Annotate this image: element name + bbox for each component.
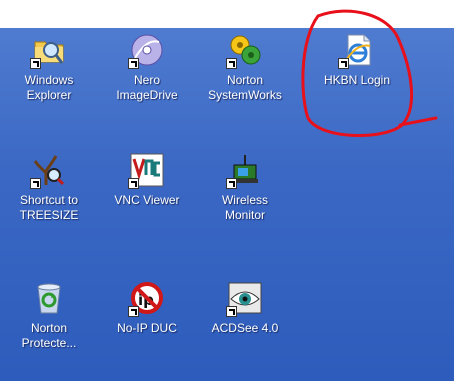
- shortcut-arrow-icon: [128, 58, 139, 69]
- desktop-icon-hkbn-login[interactable]: HKBN Login: [312, 33, 402, 88]
- icon-label: Norton Protecte...: [21, 321, 77, 350]
- shortcut-arrow-icon: [128, 306, 139, 317]
- recycle-bin-icon: [32, 281, 66, 315]
- shortcut-arrow-icon: [128, 178, 139, 189]
- desktop-icon-treesize-shortcut[interactable]: Shortcut to TREESIZE: [4, 153, 94, 223]
- desktop-icon-acdsee[interactable]: ACDSee 4.0: [200, 281, 290, 336]
- folder-magnifier-icon: [30, 33, 66, 69]
- no-ip-icon: ip: [128, 281, 164, 317]
- desktop-icon-norton-protected-recycle-bin[interactable]: Norton Protecte...: [4, 281, 94, 351]
- icon-label: VNC Viewer: [114, 193, 180, 207]
- desktop-icon-windows-explorer[interactable]: Windows Explorer: [4, 33, 94, 103]
- vnc-icon: [128, 153, 164, 189]
- shortcut-arrow-icon: [226, 306, 237, 317]
- shortcut-arrow-icon: [338, 58, 349, 69]
- shortcut-arrow-icon: [30, 178, 41, 189]
- icon-label: Wireless Monitor: [221, 193, 268, 222]
- icon-label: ACDSee 4.0: [211, 321, 279, 335]
- desktop-icon-wireless-monitor[interactable]: Wireless Monitor: [200, 153, 290, 223]
- acdsee-eye-icon: [226, 281, 262, 317]
- gears-icon: [226, 33, 262, 69]
- shortcut-arrow-icon: [226, 178, 237, 189]
- icon-label: No-IP DUC: [117, 321, 177, 335]
- desktop-icon-vnc-viewer[interactable]: VNC Viewer: [102, 153, 192, 208]
- icon-label: HKBN Login: [323, 73, 391, 87]
- icon-label: Nero ImageDrive: [116, 73, 178, 102]
- internet-explorer-icon: [338, 33, 374, 69]
- disc-icon: [128, 33, 164, 69]
- shortcut-arrow-icon: [226, 58, 237, 69]
- tree-magnifier-icon: [30, 153, 66, 189]
- desktop-icon-no-ip-duc[interactable]: ip No-IP DUC: [102, 281, 192, 336]
- desktop-icon-nero-imagedrive[interactable]: Nero ImageDrive: [102, 33, 192, 103]
- icon-label: Shortcut to TREESIZE: [19, 193, 79, 222]
- shortcut-arrow-icon: [30, 58, 41, 69]
- icon-label: Norton SystemWorks: [208, 73, 282, 102]
- wireless-monitor-icon: [226, 153, 262, 189]
- desktop: Windows Explorer Nero ImageDrive Norton …: [0, 28, 454, 381]
- icon-label: Windows Explorer: [24, 73, 74, 102]
- desktop-icon-norton-systemworks[interactable]: Norton SystemWorks: [200, 33, 290, 103]
